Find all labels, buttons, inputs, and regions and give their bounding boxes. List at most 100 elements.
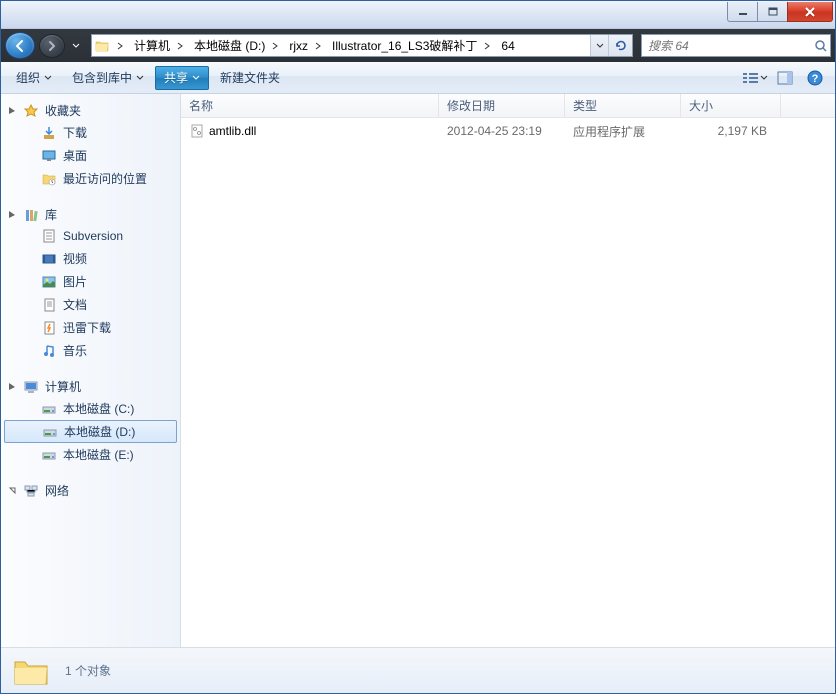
recent-icon <box>41 171 57 187</box>
maximize-button[interactable] <box>757 2 787 22</box>
thunder-icon <box>41 320 57 336</box>
include-label: 包含到库中 <box>72 69 132 86</box>
library-icon <box>23 207 39 223</box>
new-folder-button[interactable]: 新建文件夹 <box>211 66 289 90</box>
file-size-cell: 2,197 KB <box>681 124 781 138</box>
close-button[interactable] <box>787 2 833 22</box>
videos-icon <box>41 251 57 267</box>
column-size-header[interactable]: 大小 <box>681 94 781 117</box>
documents-icon <box>41 297 57 313</box>
chevron-down-icon <box>192 75 200 80</box>
chevron-down-icon <box>72 43 80 48</box>
favorites-section: 收藏夹 下载 桌面 最近访问的位置 <box>1 100 180 190</box>
sidebar-item-pictures[interactable]: 图片 <box>1 270 180 293</box>
favorites-header[interactable]: 收藏夹 <box>1 100 180 121</box>
tree-toggle-icon[interactable] <box>7 105 18 116</box>
minimize-button[interactable] <box>727 2 757 22</box>
sidebar-item-videos[interactable]: 视频 <box>1 247 180 270</box>
sidebar-item-desktop[interactable]: 桌面 <box>1 144 180 167</box>
file-name-cell: amtlib.dll <box>181 123 439 139</box>
tree-toggle-icon[interactable] <box>7 485 18 496</box>
drive-icon <box>42 424 58 440</box>
file-row[interactable]: amtlib.dll 2012-04-25 23:19 应用程序扩展 2,197… <box>181 120 835 142</box>
explorer-window: 计算机 本地磁盘 (D:) rjxz Illustrator_16_LS3破解补… <box>0 0 836 694</box>
view-options-button[interactable] <box>741 66 769 90</box>
breadcrumb-illustrator[interactable]: Illustrator_16_LS3破解补丁 <box>326 35 479 56</box>
sidebar-item-drive-c[interactable]: 本地磁盘 (C:) <box>1 397 180 420</box>
file-date-cell: 2012-04-25 23:19 <box>439 124 565 138</box>
column-name-header[interactable]: 名称 <box>181 94 439 117</box>
subversion-icon <box>41 228 57 244</box>
sidebar-item-downloads[interactable]: 下载 <box>1 121 180 144</box>
sidebar-item-thunder[interactable]: 迅雷下载 <box>1 316 180 339</box>
help-button[interactable]: ? <box>801 66 829 90</box>
drive-d-label: 本地磁盘 (D:) <box>64 423 135 440</box>
breadcrumb-arrow[interactable] <box>310 35 326 56</box>
organize-button[interactable]: 组织 <box>7 66 61 90</box>
desktop-label: 桌面 <box>63 147 87 164</box>
subversion-label: Subversion <box>63 229 123 243</box>
close-icon <box>804 7 816 17</box>
share-label: 共享 <box>164 69 188 86</box>
breadcrumb-drive-d[interactable]: 本地磁盘 (D:) <box>188 35 267 56</box>
libraries-header[interactable]: 库 <box>1 204 180 225</box>
network-header[interactable]: 网络 <box>1 480 180 501</box>
tree-toggle-icon[interactable] <box>7 209 18 220</box>
view-icon <box>742 71 760 85</box>
breadcrumb-arrow[interactable] <box>267 35 283 56</box>
drive-icon <box>41 401 57 417</box>
sidebar-item-documents[interactable]: 文档 <box>1 293 180 316</box>
new-folder-label: 新建文件夹 <box>220 69 280 86</box>
libraries-label: 库 <box>45 206 57 223</box>
dll-file-icon <box>189 123 205 139</box>
folder-icon <box>92 38 112 54</box>
search-input[interactable] <box>642 39 811 53</box>
sidebar-item-subversion[interactable]: Subversion <box>1 225 180 247</box>
downloads-label: 下载 <box>63 124 87 141</box>
arrow-left-icon <box>12 38 28 54</box>
music-label: 音乐 <box>63 342 87 359</box>
address-bar[interactable]: 计算机 本地磁盘 (D:) rjxz Illustrator_16_LS3破解补… <box>91 34 633 57</box>
help-icon: ? <box>807 70 823 86</box>
file-type-cell: 应用程序扩展 <box>565 123 681 140</box>
breadcrumb-rjxz[interactable]: rjxz <box>283 35 310 56</box>
sidebar-item-drive-e[interactable]: 本地磁盘 (E:) <box>1 443 180 466</box>
sidebar-item-recent[interactable]: 最近访问的位置 <box>1 167 180 190</box>
share-button[interactable]: 共享 <box>155 66 209 90</box>
breadcrumb-root-arrow[interactable] <box>112 35 128 56</box>
chevron-down-icon <box>136 75 144 80</box>
nav-history-dropdown[interactable] <box>69 36 83 56</box>
breadcrumb-arrow[interactable] <box>172 35 188 56</box>
column-date-header[interactable]: 修改日期 <box>439 94 565 117</box>
drive-c-label: 本地磁盘 (C:) <box>63 400 134 417</box>
chevron-down-icon <box>760 75 768 80</box>
sidebar-item-drive-d[interactable]: 本地磁盘 (D:) <box>4 420 177 443</box>
network-label: 网络 <box>45 482 69 499</box>
computer-label: 计算机 <box>45 378 81 395</box>
preview-pane-button[interactable] <box>771 66 799 90</box>
column-headers: 名称 修改日期 类型 大小 <box>181 94 835 118</box>
sidebar-item-music[interactable]: 音乐 <box>1 339 180 362</box>
thunder-label: 迅雷下载 <box>63 319 111 336</box>
nav-back-button[interactable] <box>5 32 35 59</box>
drive-icon <box>41 447 57 463</box>
address-dropdown-button[interactable] <box>590 35 608 56</box>
tree-toggle-icon[interactable] <box>7 381 18 392</box>
breadcrumb-64[interactable]: 64 <box>495 35 516 56</box>
include-in-library-button[interactable]: 包含到库中 <box>63 66 153 90</box>
file-list-pane: 名称 修改日期 类型 大小 amtlib.dll 2012-04-25 23:1… <box>181 94 835 647</box>
network-section: 网络 <box>1 480 180 501</box>
toolbar: 组织 包含到库中 共享 新建文件夹 ? <box>1 62 835 94</box>
window-controls <box>727 2 833 22</box>
refresh-button[interactable] <box>608 35 632 56</box>
favorites-label: 收藏夹 <box>45 102 81 119</box>
breadcrumb-computer[interactable]: 计算机 <box>128 35 172 56</box>
nav-forward-button[interactable] <box>39 34 65 58</box>
column-type-header[interactable]: 类型 <box>565 94 681 117</box>
computer-header[interactable]: 计算机 <box>1 376 180 397</box>
titlebar <box>1 1 835 29</box>
content-area: 收藏夹 下载 桌面 最近访问的位置 <box>1 94 835 647</box>
computer-icon <box>23 379 39 395</box>
search-button[interactable] <box>811 35 830 56</box>
breadcrumb-arrow[interactable] <box>479 35 495 56</box>
